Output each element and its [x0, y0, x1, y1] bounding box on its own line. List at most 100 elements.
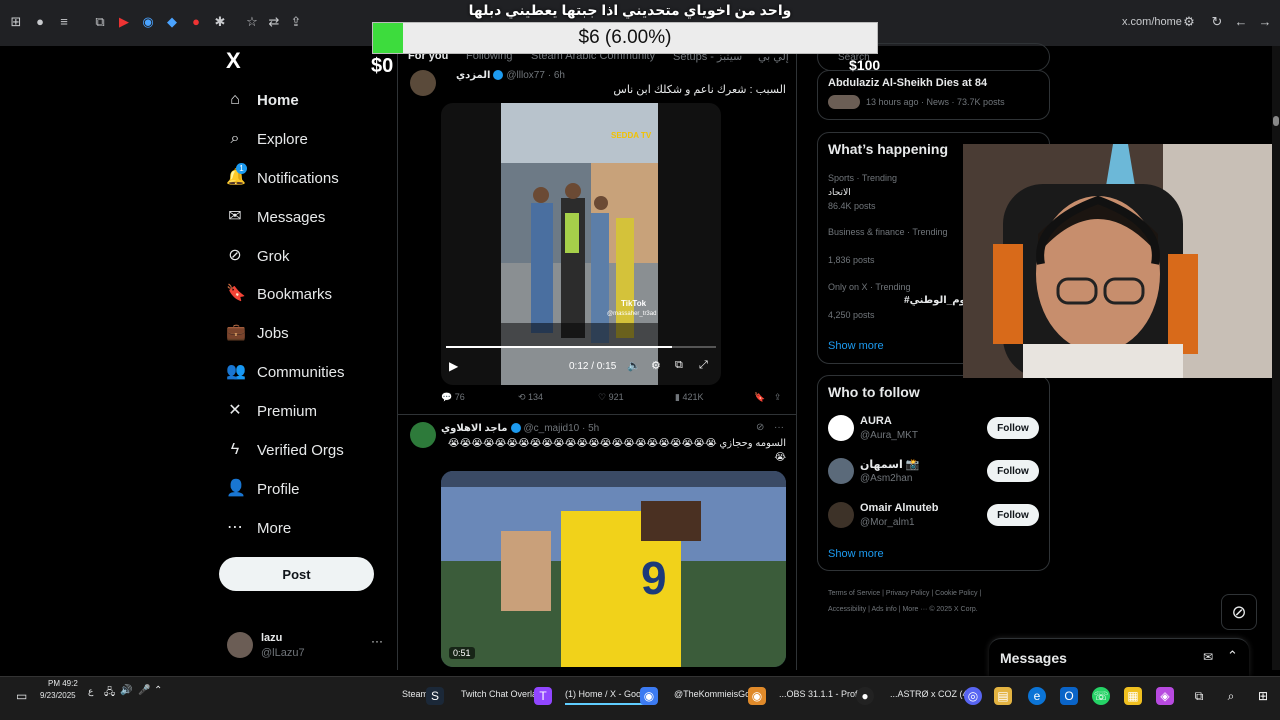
author-handle[interactable]: @lllox77 [506, 70, 545, 81]
follow-handle[interactable]: @Mor_alm1 [860, 517, 915, 528]
tune-icon[interactable]: ⚙ [1180, 14, 1198, 30]
settings-icon[interactable]: ⚙ [651, 359, 661, 372]
follow-handle[interactable]: @Asm2han [860, 473, 912, 484]
volume-icon[interactable]: 🔊 [120, 685, 132, 696]
playlist-icon[interactable]: ≡ [56, 14, 72, 30]
footer-link[interactable]: Terms of Service [828, 590, 880, 597]
reply-button[interactable]: 💬 76 [441, 392, 465, 403]
follow-name[interactable]: AURA [860, 415, 892, 427]
follow-button[interactable]: Follow [987, 460, 1039, 482]
taskbar-app-discord[interactable]: ...ASTRØ x COZ (47) [890, 689, 976, 699]
show-more-link[interactable]: Show more [828, 548, 884, 560]
avatar[interactable] [410, 70, 436, 96]
forward-icon[interactable]: → [1256, 14, 1274, 29]
taskbar-app-twitch-chat[interactable]: Twitch Chat Overlay [461, 689, 542, 699]
folder-icon[interactable]: ▤ [994, 687, 1012, 705]
nav-item-communities[interactable]: 👥 Communities [226, 358, 345, 386]
record-icon[interactable]: ● [188, 14, 204, 30]
news-title[interactable]: Abdulaziz Al-Sheikh Dies at 84 [828, 77, 987, 89]
nav-item-messages[interactable]: ✉ Messages [226, 203, 325, 231]
footer-link[interactable]: Cookie Policy [935, 590, 977, 597]
repost-button[interactable]: ⟲ 134 [518, 392, 543, 403]
copilot-icon[interactable]: ◈ [1156, 687, 1174, 705]
wifi-icon[interactable]: ◉ [140, 14, 156, 30]
page-scrollbar[interactable] [1272, 46, 1280, 670]
follow-name[interactable]: اسمهان 📸 [860, 458, 920, 471]
video-player[interactable]: 9 0:51 [441, 471, 786, 667]
youtube-icon[interactable]: ▶ [116, 14, 132, 30]
grok-icon[interactable]: ⊘ [756, 422, 764, 433]
play-icon[interactable]: ▶ [449, 359, 458, 373]
footer-link[interactable]: More ··· [902, 606, 927, 613]
outlook-icon[interactable]: O [1060, 687, 1078, 705]
author-name[interactable]: ماجد الاهلاوي [441, 423, 508, 434]
nav-item-verified-orgs[interactable]: ϟ Verified Orgs [226, 436, 344, 464]
avatar[interactable] [828, 415, 854, 441]
task-view-icon[interactable]: ⧉ [1190, 687, 1208, 705]
views-button[interactable]: ▮ 421K [675, 392, 703, 403]
back-icon[interactable]: ← [1232, 14, 1250, 29]
more-dots-icon[interactable]: ··· [371, 634, 383, 648]
language-indicator[interactable]: ع [88, 686, 93, 697]
nav-item-profile[interactable]: 👤 Profile [226, 475, 300, 503]
follow-button[interactable]: Follow [987, 504, 1039, 526]
nav-item-more[interactable]: ⋯ More [226, 514, 291, 542]
volume-icon[interactable]: 🔈 [627, 359, 641, 372]
trend-name[interactable]: الاتحاد [828, 187, 851, 198]
whatsapp-icon[interactable]: ☏ [1092, 687, 1110, 705]
share-icon[interactable]: ⇪ [288, 14, 304, 30]
windows-start-icon[interactable]: ⊞ [1254, 687, 1272, 705]
gear-icon[interactable]: ✱ [212, 14, 228, 30]
author-name[interactable]: المزدي [456, 70, 490, 81]
store-icon[interactable]: ▦ [1124, 687, 1142, 705]
messages-drawer[interactable]: Messages ✉ ⌃ [989, 638, 1249, 676]
translate-icon[interactable]: ⇄ [266, 14, 282, 30]
nav-item-grok[interactable]: ⊘ Grok [226, 242, 289, 270]
network-icon[interactable]: 🖧 [104, 685, 115, 702]
footer-link[interactable]: Ads info [871, 606, 896, 613]
video-player[interactable]: SEDDA TV TikTok @massaher_tr3ad ▶ 0:12 /… [441, 103, 721, 385]
notification-center-icon[interactable]: ▭ [16, 689, 27, 703]
nav-item-explore[interactable]: ⌕ Explore [226, 125, 308, 153]
bookmark-icon[interactable]: 🔖 [754, 392, 765, 403]
apps-icon[interactable]: ⊞ [8, 14, 24, 30]
search-icon[interactable]: ⌕ [1222, 687, 1240, 705]
fullscreen-icon[interactable]: ⤢ [699, 359, 708, 372]
clock-time[interactable]: PM 49:2 [48, 679, 78, 688]
like-button[interactable]: ♡ 921 [598, 392, 624, 403]
author-handle[interactable]: @c_majid10 [524, 423, 580, 434]
edge-icon[interactable]: e [1028, 687, 1046, 705]
x-logo[interactable]: X [226, 48, 241, 74]
follow-name[interactable]: Omair Almuteb [860, 502, 938, 514]
taskbar-app-steam[interactable]: Steam [402, 689, 428, 699]
extension-icon[interactable]: ● [32, 14, 48, 30]
post-button[interactable]: Post [219, 557, 374, 591]
share-icon[interactable]: ⇪ [774, 392, 782, 403]
news-card[interactable]: Abdulaziz Al-Sheikh Dies at 84 13 hours … [817, 70, 1050, 120]
nav-item-notifications[interactable]: 🔔 1 Notifications [226, 163, 339, 192]
avatar[interactable] [410, 422, 436, 448]
scrollbar-thumb[interactable] [1273, 116, 1279, 126]
footer-link[interactable]: Accessibility [828, 606, 866, 613]
follow-handle[interactable]: @Aura_MKT [860, 430, 918, 441]
taskbar-app-chrome[interactable]: (1) Home / X - Goo... [565, 689, 649, 705]
account-switcher[interactable]: lazu @lLazu7 ··· [227, 630, 387, 662]
avatar[interactable] [828, 458, 854, 484]
show-more-link[interactable]: Show more [828, 340, 884, 352]
address-bar[interactable]: x.com/home [1122, 16, 1182, 28]
star-icon[interactable]: ☆ [244, 14, 260, 30]
pip-icon[interactable]: ⧉ [675, 359, 683, 372]
more-dots-icon[interactable]: ··· [774, 422, 784, 433]
reload-icon[interactable]: ↻ [1208, 14, 1226, 30]
puzzle-icon[interactable]: ⧉ [92, 14, 108, 30]
shield-icon[interactable]: ◆ [164, 14, 180, 30]
taskbar-app-chrome-2[interactable]: @TheKommieisGo... [674, 689, 758, 699]
chevron-up-icon[interactable]: ⌃ [1227, 648, 1238, 664]
clock-date[interactable]: 9/23/2025 [40, 691, 76, 700]
compose-message-icon[interactable]: ✉ [1203, 650, 1213, 664]
mic-icon[interactable]: 🎤 [138, 685, 150, 696]
grok-icon[interactable]: ⊘ [1221, 594, 1257, 630]
avatar[interactable] [828, 502, 854, 528]
nav-item-jobs[interactable]: 💼 Jobs [226, 319, 289, 347]
chevron-up-icon[interactable]: ⌃ [154, 685, 162, 696]
